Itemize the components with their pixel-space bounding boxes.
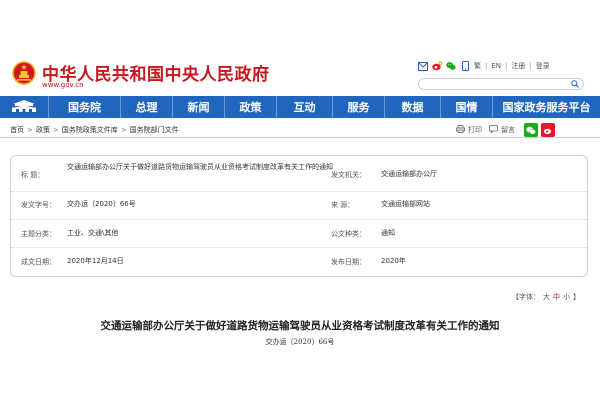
info-row-topic: 主题分类： 工业、交通\其他 公文种类： 通知 xyxy=(11,220,587,248)
breadcrumb-department-docs[interactable]: 国务院部门文件 xyxy=(130,125,179,135)
breadcrumb-separator: > xyxy=(27,126,33,134)
issuer-label: 发文机关： xyxy=(331,171,366,179)
info-row-dates: 成文日期： 2020年12月14日 发布日期： 2020年 xyxy=(11,248,587,276)
site-header: 中华人民共和国中央人民政府 www.gov.cn 繁 | EN | 注册 | 登… xyxy=(0,0,600,95)
genre-value: 通知 xyxy=(381,229,395,237)
tiananmen-icon xyxy=(10,99,38,115)
login-link[interactable]: 登录 xyxy=(536,61,550,71)
article-doc-number: 交办运〔2020〕66号 xyxy=(265,338,335,346)
nav-item-gov-service-platform[interactable]: 国家政务服务平台 xyxy=(492,96,600,118)
font-size-selector: 【字体： 大 中 小 】 xyxy=(512,292,580,302)
breadcrumb: 首页 > 政策 > 国务院政策文件库 > 国务院部门文件 xyxy=(10,125,179,135)
mail-icon[interactable] xyxy=(418,61,428,71)
share-weibo-icon[interactable] xyxy=(541,123,555,137)
font-size-large[interactable]: 大 xyxy=(543,292,550,302)
breadcrumb-separator: > xyxy=(52,126,59,134)
font-size-medium[interactable]: 中 xyxy=(553,292,560,302)
breadcrumb-home[interactable]: 首页 xyxy=(10,125,24,135)
comment-link[interactable]: 留言 xyxy=(501,125,515,135)
main-nav: 国务院 总理 新闻 政策 互动 服务 数据 国情 国家政务服务平台 xyxy=(0,96,600,118)
nav-item-data[interactable]: 数据 xyxy=(384,96,440,118)
nav-item-services[interactable]: 服务 xyxy=(332,96,384,118)
doc-no-label: 发文字号： xyxy=(21,201,56,209)
info-row-title: 标 题： 交通运输部办公厅关于做好道路货物运输驾驶员从业资格考试制度改革有关工作… xyxy=(11,156,587,192)
nav-item-national-info[interactable]: 国情 xyxy=(440,96,492,118)
search-icon[interactable] xyxy=(571,80,579,88)
font-size-label: 【字体： xyxy=(512,293,540,301)
register-link[interactable]: 注册 xyxy=(511,61,525,71)
font-size-small[interactable]: 小 xyxy=(563,292,570,302)
site-domain: www.gov.cn xyxy=(42,81,84,89)
title-label: 标 题： xyxy=(21,171,45,179)
source-label: 来 源： xyxy=(331,201,355,209)
national-emblem-icon[interactable] xyxy=(12,60,36,86)
title-value: 交通运输部办公厅关于做好道路货物运输驾驶员从业资格考试制度改革有关工作的通知 xyxy=(67,163,333,171)
info-row-doc-no: 发文字号： 交办运〔2020〕66号 来 源： 交通运输部网站 xyxy=(11,192,587,220)
mobile-icon[interactable] xyxy=(460,61,470,71)
nav-item-premier[interactable]: 总理 xyxy=(120,96,172,118)
traditional-chinese-link[interactable]: 繁 xyxy=(474,61,481,71)
published-date-label: 发布日期： xyxy=(331,258,366,266)
source-value: 交通运输部网站 xyxy=(381,200,430,208)
print-icon[interactable] xyxy=(456,125,465,135)
font-size-close: 】 xyxy=(573,293,580,301)
created-date-value: 2020年12月14日 xyxy=(67,257,124,265)
published-date-value: 2020年 xyxy=(381,257,406,265)
breadcrumb-policy-library[interactable]: 国务院政策文件库 xyxy=(62,125,118,135)
topic-value: 工业、交通\其他 xyxy=(67,229,119,237)
article-title: 交通运输部办公厅关于做好道路货物运输驾驶员从业资格考试制度改革有关工作的通知 xyxy=(100,320,500,332)
issuer-value: 交通运输部办公厅 xyxy=(381,170,437,178)
english-link[interactable]: EN xyxy=(491,62,501,70)
topic-label: 主题分类： xyxy=(21,230,56,238)
nav-item-interaction[interactable]: 互动 xyxy=(276,96,332,118)
header-tools: 繁 | EN | 注册 | 登录 xyxy=(418,61,550,71)
share-wechat-icon[interactable] xyxy=(524,123,538,137)
page-tools: 打印 留言 xyxy=(456,123,555,137)
breadcrumb-policy[interactable]: 政策 xyxy=(36,125,50,135)
weibo-icon[interactable] xyxy=(432,61,442,71)
nav-item-policy[interactable]: 政策 xyxy=(224,96,276,118)
nav-home[interactable] xyxy=(0,96,48,118)
document-info-box: 标 题： 交通运输部办公厅关于做好道路货物运输驾驶员从业资格考试制度改革有关工作… xyxy=(10,155,588,277)
comment-icon[interactable] xyxy=(489,125,498,135)
search-input[interactable] xyxy=(425,79,565,90)
wechat-icon[interactable] xyxy=(446,61,456,71)
search-box xyxy=(418,78,584,90)
genre-label: 公文种类： xyxy=(331,230,366,238)
doc-no-value: 交办运〔2020〕66号 xyxy=(67,200,136,208)
nav-item-state-council[interactable]: 国务院 xyxy=(48,96,120,118)
breadcrumb-bar: 首页 > 政策 > 国务院政策文件库 > 国务院部门文件 打印 留言 xyxy=(0,122,600,138)
nav-item-news[interactable]: 新闻 xyxy=(172,96,224,118)
print-link[interactable]: 打印 xyxy=(468,125,482,135)
created-date-label: 成文日期： xyxy=(21,258,56,266)
breadcrumb-separator: > xyxy=(120,126,127,134)
